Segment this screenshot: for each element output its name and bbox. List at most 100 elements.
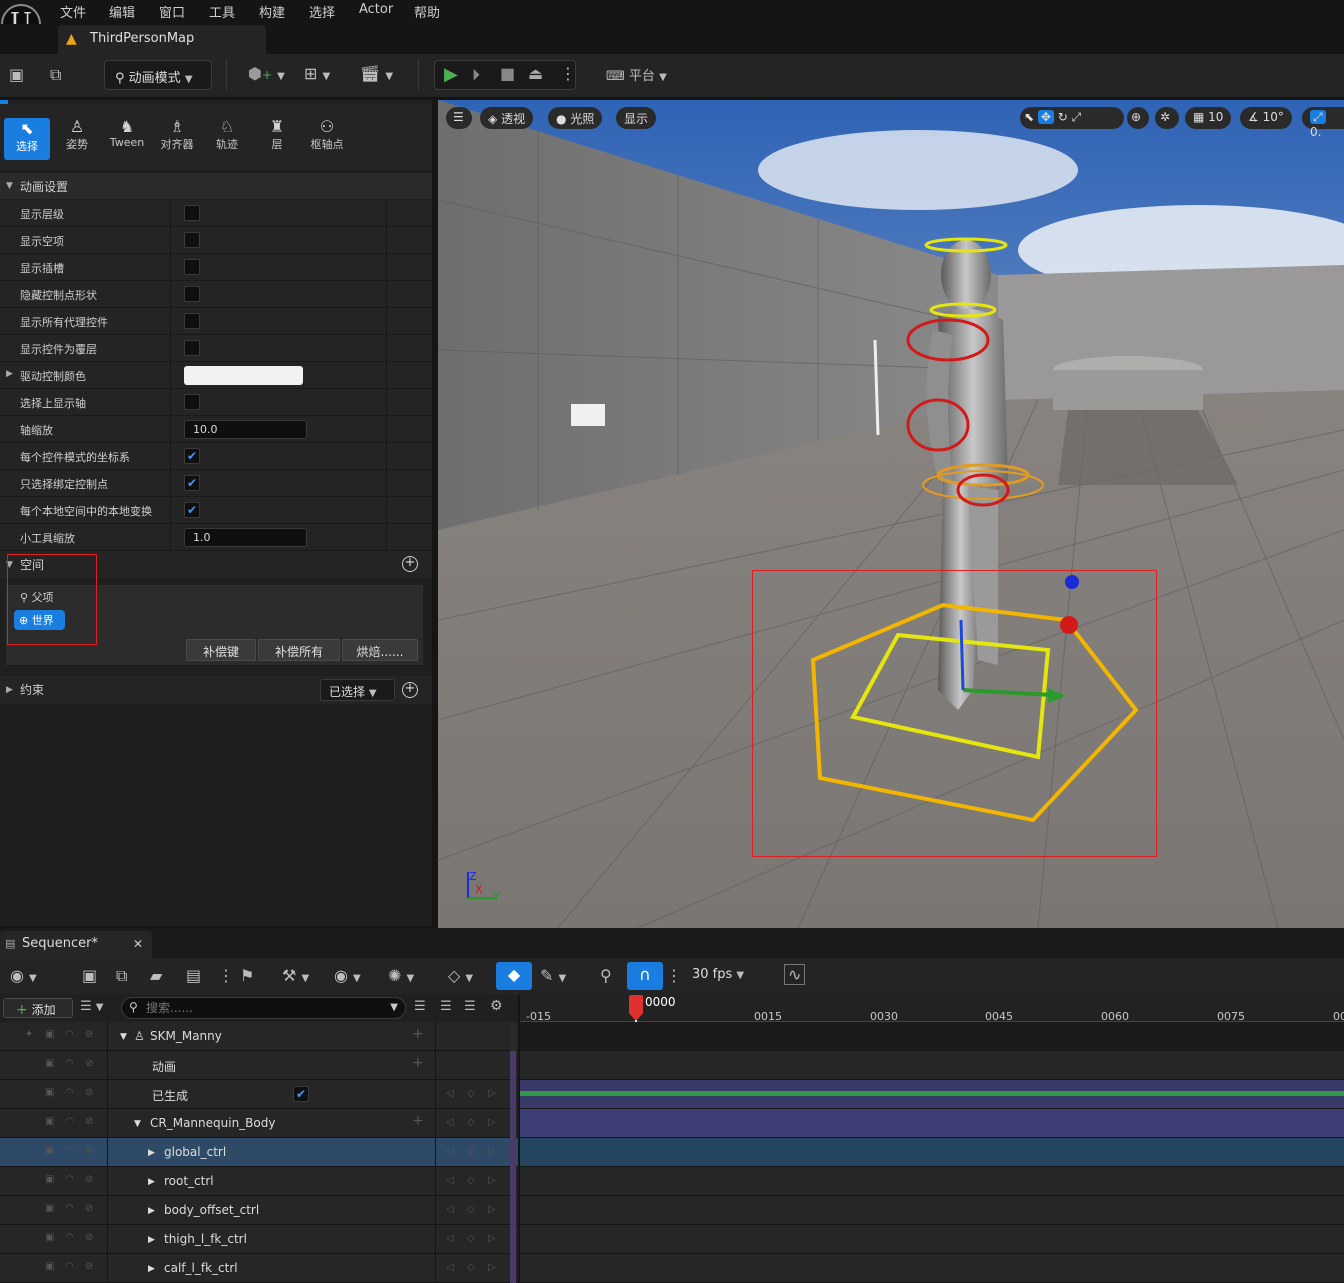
lock-icon[interactable]: ▣ xyxy=(45,1203,54,1214)
angle-snap-button[interactable]: ∡ 10° xyxy=(1240,107,1292,129)
track-row[interactable]: ▣ ◠ ⊘ ▶ thigh_l_fk_ctrl ◁ ◇ ▷ xyxy=(0,1225,518,1254)
play-icon[interactable]: ▶ xyxy=(444,64,458,85)
setting-checkbox[interactable] xyxy=(184,313,200,329)
menu-select[interactable]: 选择 xyxy=(309,2,335,21)
track-row[interactable]: ▣ ◠ ⊘ ▶ root_ctrl ◁ ◇ ▷ xyxy=(0,1167,518,1196)
add-key-icon[interactable]: ◇ xyxy=(467,1146,475,1157)
menu-window[interactable]: 窗口 xyxy=(159,2,185,21)
menu-file[interactable]: 文件 xyxy=(60,2,86,21)
expand-arrow-icon[interactable]: ▶ xyxy=(6,369,13,379)
eject-icon[interactable]: ⏏ xyxy=(528,64,543,83)
solo-icon[interactable]: ◠ xyxy=(65,1232,74,1243)
lock-icon[interactable]: ▣ xyxy=(45,1232,54,1243)
browse-icon[interactable]: ⧉ xyxy=(50,65,61,85)
prev-key-icon[interactable]: ◁ xyxy=(446,1175,454,1186)
filter-icon[interactable]: ☰ ▼ xyxy=(80,999,104,1014)
collapse-arrow-icon[interactable]: ▼ xyxy=(120,1032,127,1042)
mode-tween[interactable]: ♞ Tween xyxy=(104,118,150,160)
eye-icon[interactable]: ◉ ▼ xyxy=(334,966,361,985)
perspective-button[interactable]: ◈ 透视 xyxy=(480,107,534,129)
menu-build[interactable]: 构建 xyxy=(259,2,285,21)
select-arrow-icon[interactable]: ⬉ xyxy=(1024,110,1034,124)
key-settings-icon[interactable]: ✺ ▼ xyxy=(388,966,414,985)
blueprint-icon[interactable]: ⊞ ▼ xyxy=(304,64,330,83)
lock-icon[interactable]: ▣ xyxy=(45,1145,54,1156)
expand-arrow-icon[interactable]: ▶ xyxy=(148,1264,155,1274)
setting-checkbox[interactable]: ✔ xyxy=(184,502,200,518)
add-subtrack-icon[interactable]: + xyxy=(412,1026,424,1042)
track-lane[interactable] xyxy=(520,1109,1344,1138)
menu-edit[interactable]: 编辑 xyxy=(109,2,135,21)
mute-icon[interactable]: ⊘ xyxy=(85,1116,93,1127)
setting-checkbox[interactable] xyxy=(184,205,200,221)
expand-arrow-icon[interactable]: ▶ xyxy=(148,1206,155,1216)
mode-trails[interactable]: ♘ 轨迹 xyxy=(204,118,250,160)
brush-icon[interactable]: ✎ ▼ xyxy=(540,966,566,985)
add-key-icon[interactable]: ◇ xyxy=(467,1262,475,1273)
auto-key-icon[interactable]: ◆ xyxy=(496,962,532,990)
track-lane[interactable] xyxy=(520,1138,1344,1167)
track-row[interactable]: ✦ ▣ ◠ ⊘ ▼ ♙ SKM_Manny + xyxy=(0,1022,518,1051)
setting-checkbox[interactable] xyxy=(184,394,200,410)
save-icon[interactable]: ▣ xyxy=(9,65,24,84)
mute-icon[interactable]: ⊘ xyxy=(85,1058,93,1069)
viewport-menu-icon[interactable]: ☰ xyxy=(446,107,472,129)
track-row[interactable]: ▣ ◠ ⊘ 已生成 ✔ ◁ ◇ ▷ xyxy=(0,1080,518,1109)
next-key-icon[interactable]: ▷ xyxy=(488,1088,496,1099)
settings-gear-icon[interactable]: ⚙ xyxy=(490,998,503,1014)
track-search-input[interactable] xyxy=(146,1000,386,1016)
lock-icon[interactable]: ▣ xyxy=(45,1174,54,1185)
add-key-icon[interactable]: ◇ xyxy=(467,1233,475,1244)
add-key-icon[interactable]: ◇ xyxy=(467,1175,475,1186)
translate-icon[interactable]: ✥ xyxy=(1037,110,1054,124)
mute-icon[interactable]: ⊘ xyxy=(85,1029,93,1040)
mute-icon[interactable]: ⊘ xyxy=(85,1145,93,1156)
expand-all-icon[interactable]: ☰ xyxy=(440,999,452,1014)
setting-checkbox[interactable]: ✔ xyxy=(184,475,200,491)
snap-options-icon[interactable]: ⋮ xyxy=(666,966,682,985)
next-key-icon[interactable]: ▷ xyxy=(488,1175,496,1186)
prev-key-icon[interactable]: ◁ xyxy=(446,1117,454,1128)
track-lane[interactable] xyxy=(520,1254,1344,1283)
mode-layers[interactable]: ♜ 层 xyxy=(254,118,300,160)
mute-icon[interactable]: ⊘ xyxy=(85,1087,93,1098)
prev-key-icon[interactable]: ◁ xyxy=(446,1204,454,1215)
compensate-all-button[interactable]: 补偿所有 xyxy=(258,639,340,661)
setting-checkbox[interactable] xyxy=(184,340,200,356)
show-button[interactable]: 显示 xyxy=(616,107,657,129)
track-row[interactable]: ▣ ◠ ⊘ ▼ CR_Mannequin_Body + ◁ ◇ ▷ xyxy=(0,1109,518,1138)
anim-settings-header[interactable]: ▼ 动画设置 xyxy=(0,173,432,199)
next-key-icon[interactable]: ▷ xyxy=(488,1262,496,1273)
add-key-icon[interactable]: ◇ xyxy=(467,1204,475,1215)
add-actor-icon[interactable]: ⬢+ ▼ xyxy=(248,64,285,83)
lock-icon[interactable]: ▣ xyxy=(45,1087,54,1098)
snap-magnet-icon[interactable]: ∩ xyxy=(627,962,663,990)
constraints-filter-dropdown[interactable]: 已选择 ▼ xyxy=(320,679,395,701)
prev-key-icon[interactable]: ◁ xyxy=(446,1262,454,1273)
more-icon[interactable]: ⋮ xyxy=(218,966,234,985)
solo-icon[interactable]: ◠ xyxy=(65,1174,74,1185)
track-search-box[interactable]: ⚲ ▼ xyxy=(121,997,406,1019)
lock-icon[interactable]: ▣ xyxy=(45,1029,54,1040)
save-sequence-icon[interactable]: ▣ xyxy=(82,966,97,985)
solo-icon[interactable]: ◠ xyxy=(65,1145,74,1156)
track-lane[interactable] xyxy=(520,1080,1344,1109)
next-key-icon[interactable]: ▷ xyxy=(488,1146,496,1157)
setting-checkbox[interactable]: ✔ xyxy=(184,448,200,464)
add-constraint-icon[interactable]: + xyxy=(402,682,418,698)
mode-pose[interactable]: ♙ 姿势 xyxy=(54,118,100,160)
world-icon[interactable]: ◉ ▼ xyxy=(10,966,37,985)
prev-key-icon[interactable]: ◁ xyxy=(446,1233,454,1244)
find-sequence-icon[interactable]: ⧉ xyxy=(116,966,127,986)
camera-icon[interactable]: ▰ xyxy=(150,966,162,985)
next-key-icon[interactable]: ▷ xyxy=(488,1117,496,1128)
menu-help[interactable]: 帮助 xyxy=(414,2,440,21)
grid-snap-button[interactable]: ▦ 10 xyxy=(1185,107,1232,129)
collapse-arrow-icon[interactable]: ▼ xyxy=(134,1119,141,1129)
close-icon[interactable]: ✕ xyxy=(133,937,143,951)
next-key-icon[interactable]: ▷ xyxy=(488,1233,496,1244)
mode-snapper[interactable]: ♗ 对齐器 xyxy=(154,118,200,160)
track-lane[interactable] xyxy=(520,1167,1344,1196)
setting-color-swatch[interactable] xyxy=(184,366,303,385)
stop-icon[interactable]: ■ xyxy=(500,64,515,83)
